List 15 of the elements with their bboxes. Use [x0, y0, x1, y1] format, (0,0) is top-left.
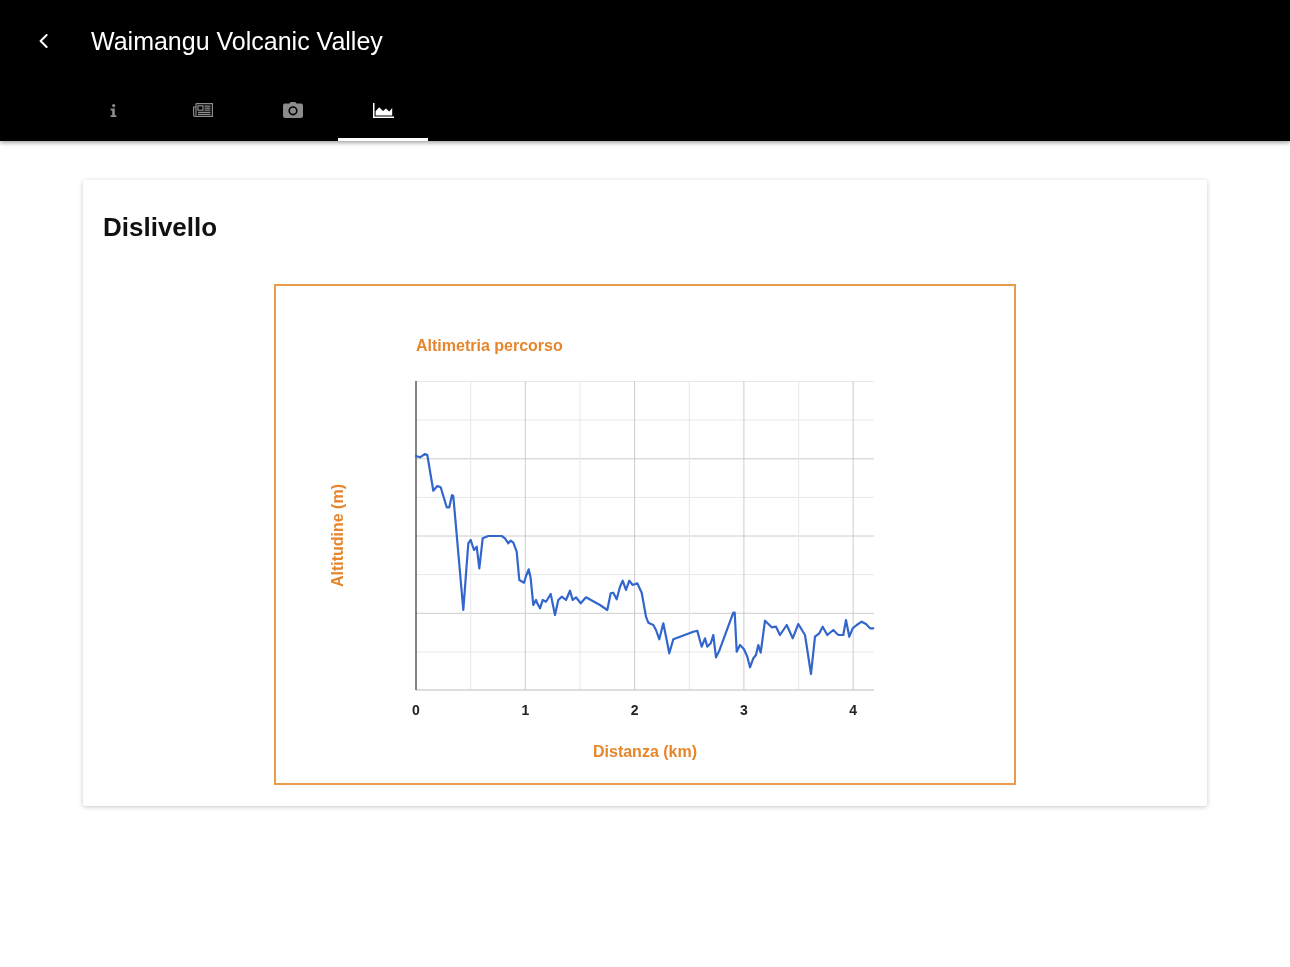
newspaper-icon — [193, 103, 213, 117]
page-title: Waimangu Volcanic Valley — [91, 26, 383, 56]
y-axis-label: Altitudine (m) — [329, 483, 347, 588]
x-tick-label: 2 — [630, 702, 639, 718]
section-title: Dislivello — [103, 211, 218, 243]
chart-title: Altimetria percorso — [415, 337, 563, 355]
info-icon — [109, 103, 117, 117]
x-tick-label: 3 — [740, 702, 748, 718]
chevron-left-icon — [38, 34, 48, 48]
x-tick-label: 1 — [521, 702, 530, 718]
camera-icon — [283, 102, 303, 118]
x-tick-label: 0 — [412, 702, 420, 718]
x-tick-label: 4 — [849, 702, 858, 718]
x-axis-label: Distanza (km) — [593, 743, 697, 761]
area-chart-icon — [372, 102, 394, 118]
